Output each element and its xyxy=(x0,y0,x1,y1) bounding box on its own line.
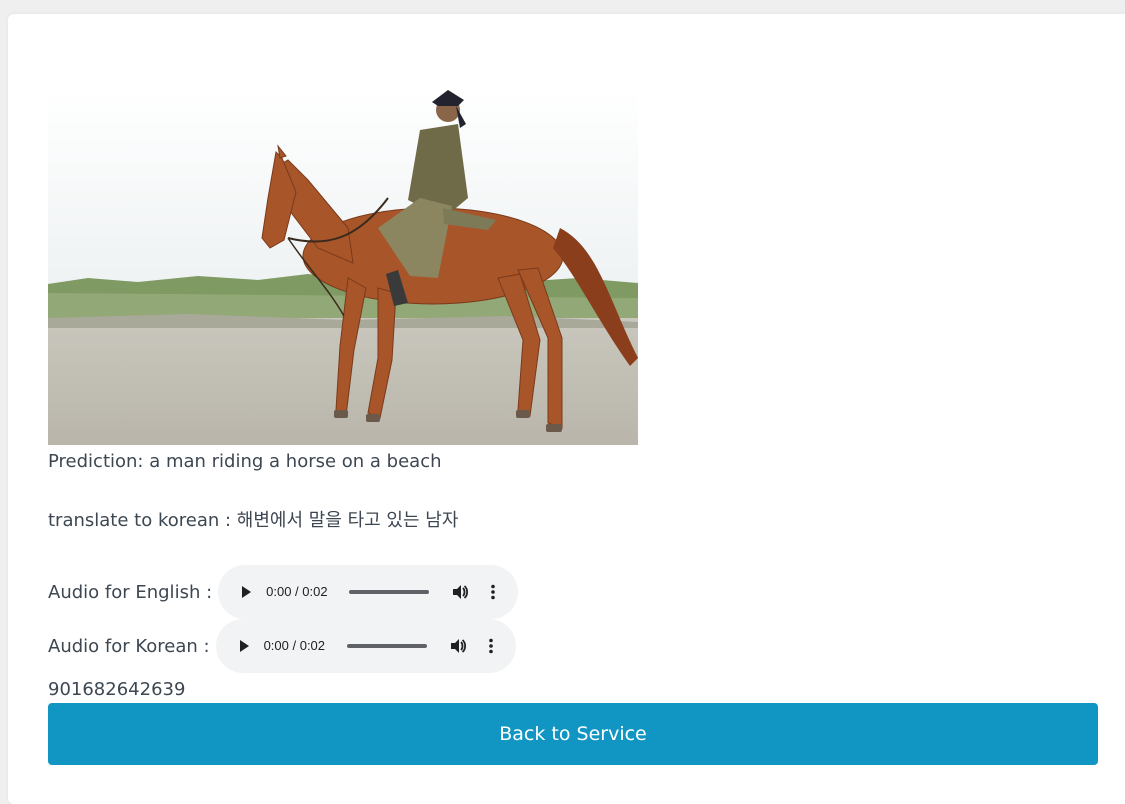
result-id: 901682642639 xyxy=(48,679,186,700)
korean-audio-time: 0:00 / 0:02 xyxy=(263,638,326,653)
korean-audio-row: Audio for Korean : 0:00 / 0:02 xyxy=(48,619,516,673)
horse-rider-image xyxy=(48,88,638,445)
translation-text: translate to korean : 해변에서 말을 타고 있는 남자 xyxy=(48,510,459,531)
captioned-photo xyxy=(48,88,638,445)
english-audio-label: Audio for English : xyxy=(48,581,213,603)
korean-audio-label: Audio for Korean : xyxy=(48,635,210,657)
english-audio-time: 0:00 / 0:02 xyxy=(266,584,328,599)
more-options-icon[interactable] xyxy=(484,583,502,601)
more-options-icon[interactable] xyxy=(482,637,500,655)
korean-audio-player[interactable]: 0:00 / 0:02 xyxy=(215,619,516,673)
play-icon[interactable] xyxy=(236,638,252,654)
volume-icon[interactable] xyxy=(449,637,467,655)
english-audio-row: Audio for English : 0:00 / 0:02 xyxy=(48,565,519,619)
play-icon[interactable] xyxy=(238,584,254,600)
english-audio-player[interactable]: 0:00 / 0:02 xyxy=(218,565,519,619)
back-to-service-button[interactable]: Back to Service xyxy=(48,703,1098,765)
prediction-text: Prediction: a man riding a horse on a be… xyxy=(48,451,442,472)
english-audio-progress[interactable] xyxy=(349,590,430,594)
volume-icon[interactable] xyxy=(451,583,469,601)
korean-audio-progress[interactable] xyxy=(346,644,427,648)
